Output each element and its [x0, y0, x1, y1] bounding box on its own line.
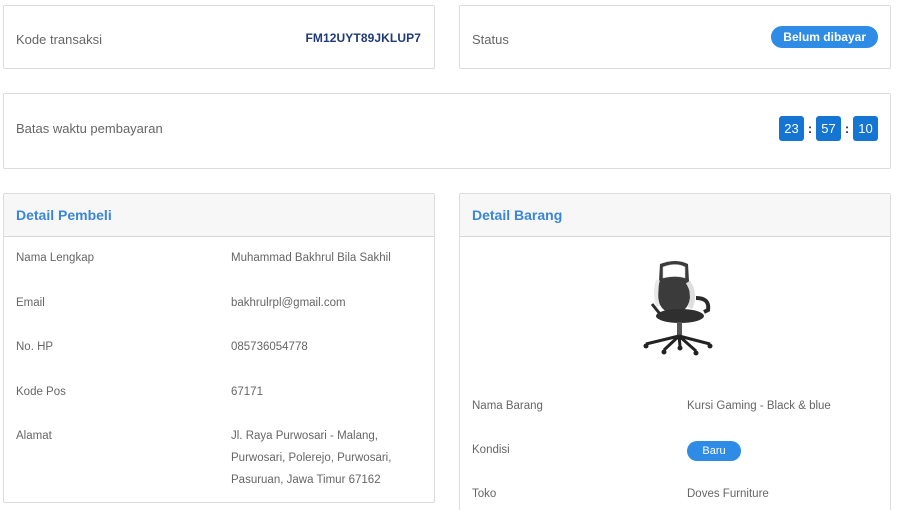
address-line: Pasuruan, Jawa Timur 67162 [231, 474, 381, 486]
timer-hours: 23 [779, 116, 804, 141]
product-detail-card: Detail Barang Nama Barang Kursi Gaming -… [459, 193, 891, 510]
timer-minutes: 57 [816, 116, 841, 141]
transaction-code-label: Kode transaksi [16, 32, 102, 47]
gaming-chair-image [643, 261, 713, 356]
store-value[interactable]: Doves Furniture [687, 488, 769, 500]
buyer-detail-title: Detail Pembeli [4, 194, 434, 237]
payment-deadline-label: Batas waktu pembayaran [16, 121, 163, 136]
store-label: Toko [472, 488, 497, 500]
buyer-phone-label: No. HP [16, 341, 54, 353]
product-name-value: Kursi Gaming - Black & blue [687, 400, 831, 412]
buyer-phone-value: 085736054778 [231, 341, 308, 353]
timer-separator: : [807, 121, 813, 136]
status-badge: Belum dibayar [771, 26, 878, 48]
countdown-timer: 23 : 57 : 10 [779, 116, 878, 141]
transaction-code-card: Kode transaksi FM12UYT89JKLUP7 [3, 5, 435, 69]
condition-badge: Baru [687, 441, 741, 461]
condition-label: Kondisi [472, 444, 510, 456]
buyer-postcode-value: 67171 [231, 386, 263, 398]
buyer-name-value: Muhammad Bakhrul Bila Sakhil [231, 252, 391, 264]
status-label: Status [472, 32, 509, 47]
buyer-address-value: Jl. Raya Purwosari - Malang, Purwosari, … [231, 425, 391, 491]
timer-seconds: 10 [853, 116, 878, 141]
buyer-email-label: Email [16, 297, 45, 309]
status-card: Status Belum dibayar [459, 5, 891, 69]
product-name-label: Nama Barang [472, 400, 543, 412]
address-line: Jl. Raya Purwosari - Malang, [231, 430, 378, 442]
product-detail-title: Detail Barang [460, 194, 890, 237]
buyer-email-value: bakhrulrpl@gmail.com [231, 297, 346, 309]
buyer-name-label: Nama Lengkap [16, 252, 94, 264]
address-line: Purwosari, Polerejo, Purwosari, [231, 452, 392, 464]
payment-deadline-card: Batas waktu pembayaran 23 : 57 : 10 [3, 93, 891, 169]
transaction-code-value: FM12UYT89JKLUP7 [305, 31, 421, 45]
buyer-address-label: Alamat [16, 430, 52, 442]
buyer-detail-card: Detail Pembeli Nama Lengkap Muhammad Bak… [3, 193, 435, 503]
timer-separator: : [844, 121, 850, 136]
buyer-postcode-label: Kode Pos [16, 386, 66, 398]
